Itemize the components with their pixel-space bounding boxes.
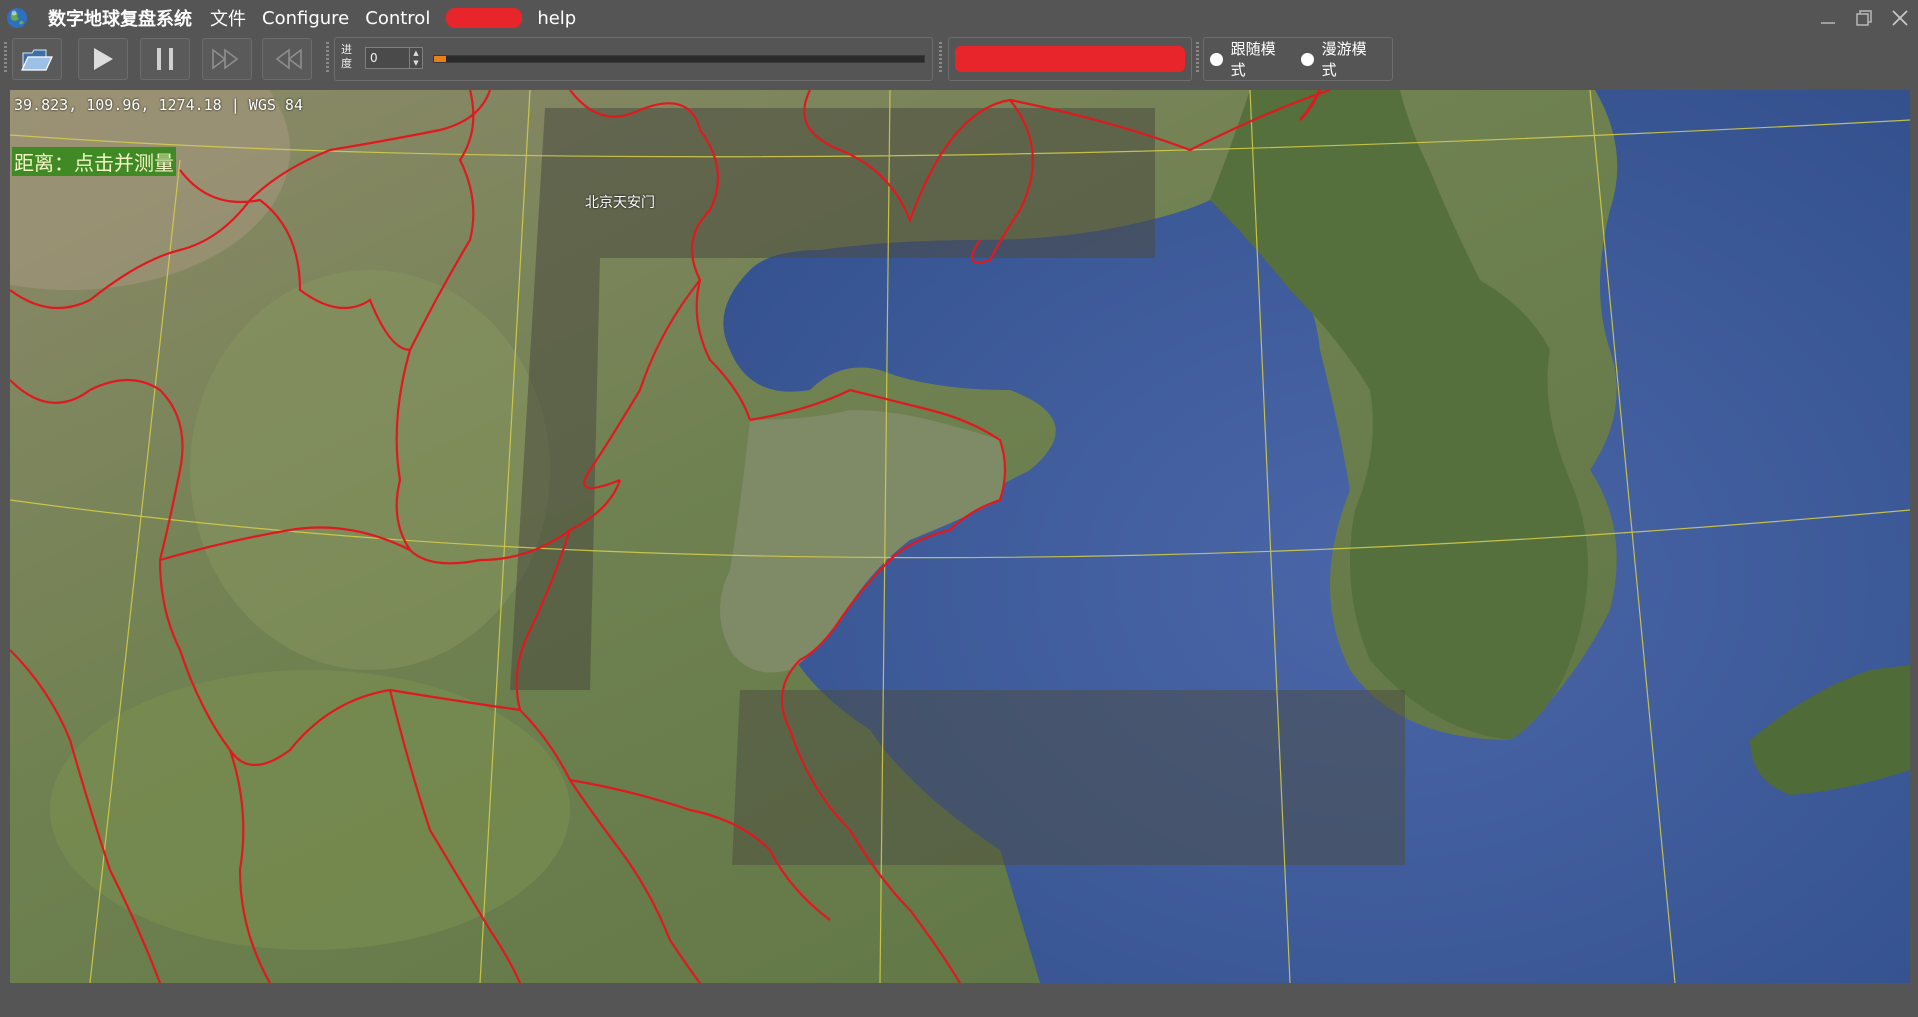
toolbar: 进度 0 ▲ ▼ 跟随模式 漫游模式	[0, 36, 1918, 81]
toolbar-grip[interactable]	[4, 42, 7, 74]
redacted-control-group	[948, 37, 1192, 81]
menu-redacted-item[interactable]	[446, 8, 523, 28]
fast-forward-icon	[212, 48, 239, 70]
map-viewport[interactable]: 39.823, 109.96, 1274.18 | WGS 84 距离：点击并测…	[10, 90, 1910, 983]
progress-slider-fill	[434, 56, 447, 62]
toolbar-grip[interactable]	[1196, 42, 1199, 74]
coordinate-readout: 39.823, 109.96, 1274.18 | WGS 84	[14, 96, 303, 114]
close-button[interactable]	[1882, 0, 1918, 36]
radio-circle-icon	[1301, 52, 1314, 66]
roam-mode-label: 漫游模式	[1321, 40, 1367, 79]
minimize-button[interactable]	[1810, 0, 1846, 36]
progress-label: 进度	[341, 43, 352, 70]
minimize-icon	[1821, 22, 1835, 24]
measure-distance-label[interactable]: 距离：点击并测量	[12, 147, 176, 176]
fast-forward-button[interactable]	[202, 38, 252, 80]
open-file-button[interactable]	[12, 38, 62, 80]
title-menu-bar: 数字地球复盘系统 文件 Configure Control help	[0, 0, 1918, 36]
follow-mode-radio[interactable]: 跟随模式	[1210, 38, 1289, 80]
restore-button[interactable]	[1846, 0, 1882, 36]
status-bar	[0, 983, 1918, 1017]
progress-slider[interactable]	[433, 55, 925, 63]
toolbar-grip[interactable]	[326, 42, 329, 74]
window-controls	[1810, 0, 1918, 36]
progress-spinbox-value: 0	[370, 51, 378, 65]
play-icon	[94, 48, 113, 70]
menu-configure[interactable]: Configure	[262, 8, 349, 29]
play-button[interactable]	[78, 38, 128, 80]
menu-file[interactable]: 文件	[210, 5, 246, 31]
redacted-control[interactable]	[955, 46, 1185, 72]
place-label-tiananmen[interactable]: 北京天安门	[585, 192, 655, 212]
app-title: 数字地球复盘系统	[48, 9, 192, 30]
globe-icon	[7, 8, 27, 28]
follow-mode-label: 跟随模式	[1230, 40, 1276, 79]
roam-mode-radio[interactable]: 漫游模式	[1301, 38, 1380, 80]
spin-down-icon[interactable]: ▼	[410, 58, 422, 68]
menu-control[interactable]: Control	[365, 8, 430, 29]
satellite-basemap	[10, 90, 1910, 983]
menu-help[interactable]: help	[537, 8, 576, 29]
spin-up-icon[interactable]: ▲	[410, 48, 422, 58]
close-icon	[1892, 10, 1908, 26]
progress-group: 进度 0 ▲ ▼	[334, 37, 933, 81]
land-area	[190, 270, 550, 670]
pause-icon	[157, 48, 173, 70]
toolbar-grip[interactable]	[939, 42, 942, 74]
rewind-icon	[275, 48, 302, 70]
radio-circle-icon	[1210, 52, 1223, 66]
progress-spinbox[interactable]: 0 ▲ ▼	[365, 47, 423, 69]
rewind-button[interactable]	[262, 38, 312, 80]
imagery-tile	[732, 690, 1405, 865]
restore-icon	[1856, 10, 1872, 26]
pause-button[interactable]	[140, 38, 190, 80]
spinbox-arrows[interactable]: ▲ ▼	[409, 48, 422, 68]
view-mode-group: 跟随模式 漫游模式	[1203, 37, 1393, 81]
folder-open-icon	[21, 49, 53, 71]
